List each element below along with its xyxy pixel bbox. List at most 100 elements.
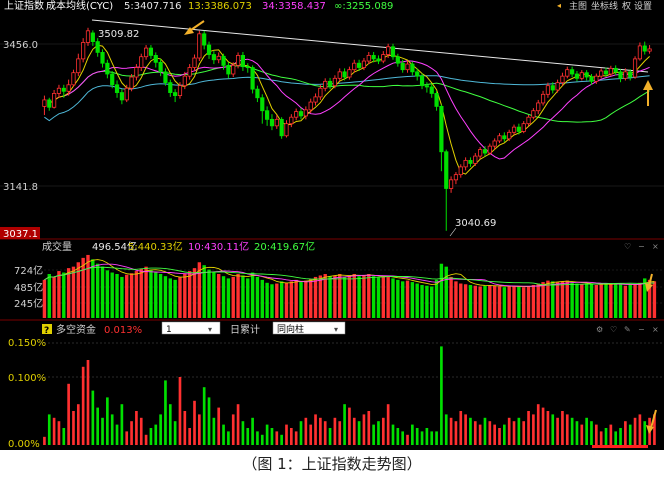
volume-bar [633, 285, 637, 318]
fund-bar [628, 424, 632, 445]
volume-bar [187, 271, 192, 318]
fund-bar [604, 428, 608, 445]
fund-bar [565, 414, 569, 445]
fund-bar [43, 436, 46, 445]
candle-body [294, 111, 299, 118]
fund-bar [488, 421, 492, 445]
fund-bar [551, 414, 555, 445]
fund-bar [507, 417, 511, 445]
volume-bar [449, 276, 453, 318]
candle-body [390, 46, 396, 58]
fund-bar [154, 424, 158, 445]
volume-bar [95, 263, 100, 318]
candle-body [376, 58, 381, 62]
settings-button[interactable]: 设置 [634, 1, 652, 12]
fund-bar [362, 414, 366, 445]
close-icon[interactable]: × [652, 242, 659, 251]
candle-body [589, 76, 594, 82]
candle-body [81, 42, 86, 60]
candle-body [197, 33, 202, 59]
fund-bar [333, 417, 337, 445]
volume-bar [149, 269, 153, 318]
candle-body [47, 99, 52, 108]
fund-bar [512, 421, 516, 445]
fund-bar [62, 428, 66, 445]
volume-bar [541, 282, 545, 318]
candle-body [516, 126, 521, 132]
candle-body [337, 71, 342, 79]
candle-body [206, 44, 212, 55]
main-chart-button[interactable]: 主图 [569, 0, 587, 12]
candle-body [434, 93, 439, 107]
fund-bar [76, 404, 80, 445]
volume-bar [120, 276, 124, 318]
candle-body [90, 32, 95, 42]
volume-bar [531, 285, 536, 318]
fund-bar [144, 434, 148, 445]
volume-bar [125, 274, 129, 318]
fund-bar [464, 414, 467, 445]
candle-body [211, 54, 216, 61]
volume-bar [260, 279, 264, 318]
candle-body [52, 93, 57, 108]
candle-body [313, 96, 318, 103]
volume-bar [536, 283, 540, 318]
candle-body [594, 75, 599, 82]
fund-bar [67, 383, 70, 445]
candle-body [134, 67, 139, 78]
volume-bar [71, 266, 76, 318]
volume-bar [488, 285, 492, 318]
candle-body [95, 41, 100, 53]
fund-bar [294, 431, 298, 445]
daily-cumulative-tab[interactable]: 日累计 [230, 323, 260, 336]
fund-bar [183, 411, 187, 445]
volume-bar [425, 285, 429, 318]
candle-body [487, 145, 492, 154]
high-annotation: 3509.82 [98, 29, 139, 40]
volume-bar [376, 277, 381, 318]
volume-bar [628, 284, 632, 318]
fund-bar [435, 431, 438, 445]
heart-icon[interactable]: ♡ [624, 242, 631, 251]
volume-ma20: 20:419.67亿 [254, 240, 315, 253]
fund-bar [420, 431, 424, 445]
fund-bar [454, 421, 458, 445]
candle-body [502, 135, 507, 140]
volume-bar [178, 276, 182, 318]
volume-bar [497, 286, 502, 318]
minus-icon[interactable]: − [638, 325, 645, 334]
volume-bar [299, 281, 303, 318]
fund-bar [372, 424, 375, 445]
volume-bar [144, 266, 148, 318]
close-icon[interactable]: × [652, 325, 659, 334]
volume-ma5: 5:440.33亿 [128, 240, 183, 253]
fund-bar [260, 434, 264, 445]
candle-body [511, 126, 517, 133]
volume-bar [328, 276, 332, 318]
fund-bar [299, 421, 303, 445]
price-tick-label: 3141.8 [3, 182, 38, 193]
volume-bar [154, 272, 158, 318]
candle-body [274, 118, 279, 127]
rights-button[interactable]: 权 [622, 0, 631, 12]
volume-bar [66, 268, 71, 318]
volume-bar [294, 279, 298, 318]
heart-icon[interactable]: ♡ [610, 325, 617, 334]
fund-bar [304, 417, 308, 445]
volume-bar [250, 272, 255, 318]
fund-bar [96, 407, 100, 445]
menu-arrow-icon[interactable]: ◂ [557, 1, 561, 10]
fund-bar [251, 417, 254, 445]
candle-body [366, 55, 371, 62]
gear-icon[interactable]: ⚙ [596, 325, 603, 334]
candle-body [618, 71, 623, 79]
fund-bar [614, 431, 618, 445]
minus-icon[interactable]: − [638, 242, 645, 251]
coord-line-button[interactable]: 坐标线 [591, 0, 618, 12]
volume-bar [158, 274, 163, 318]
fund-bar [377, 421, 380, 445]
fund-bar [207, 397, 211, 445]
fund-bar [609, 424, 613, 445]
candle-body [439, 106, 444, 153]
edit-icon[interactable]: ✎ [624, 325, 631, 334]
